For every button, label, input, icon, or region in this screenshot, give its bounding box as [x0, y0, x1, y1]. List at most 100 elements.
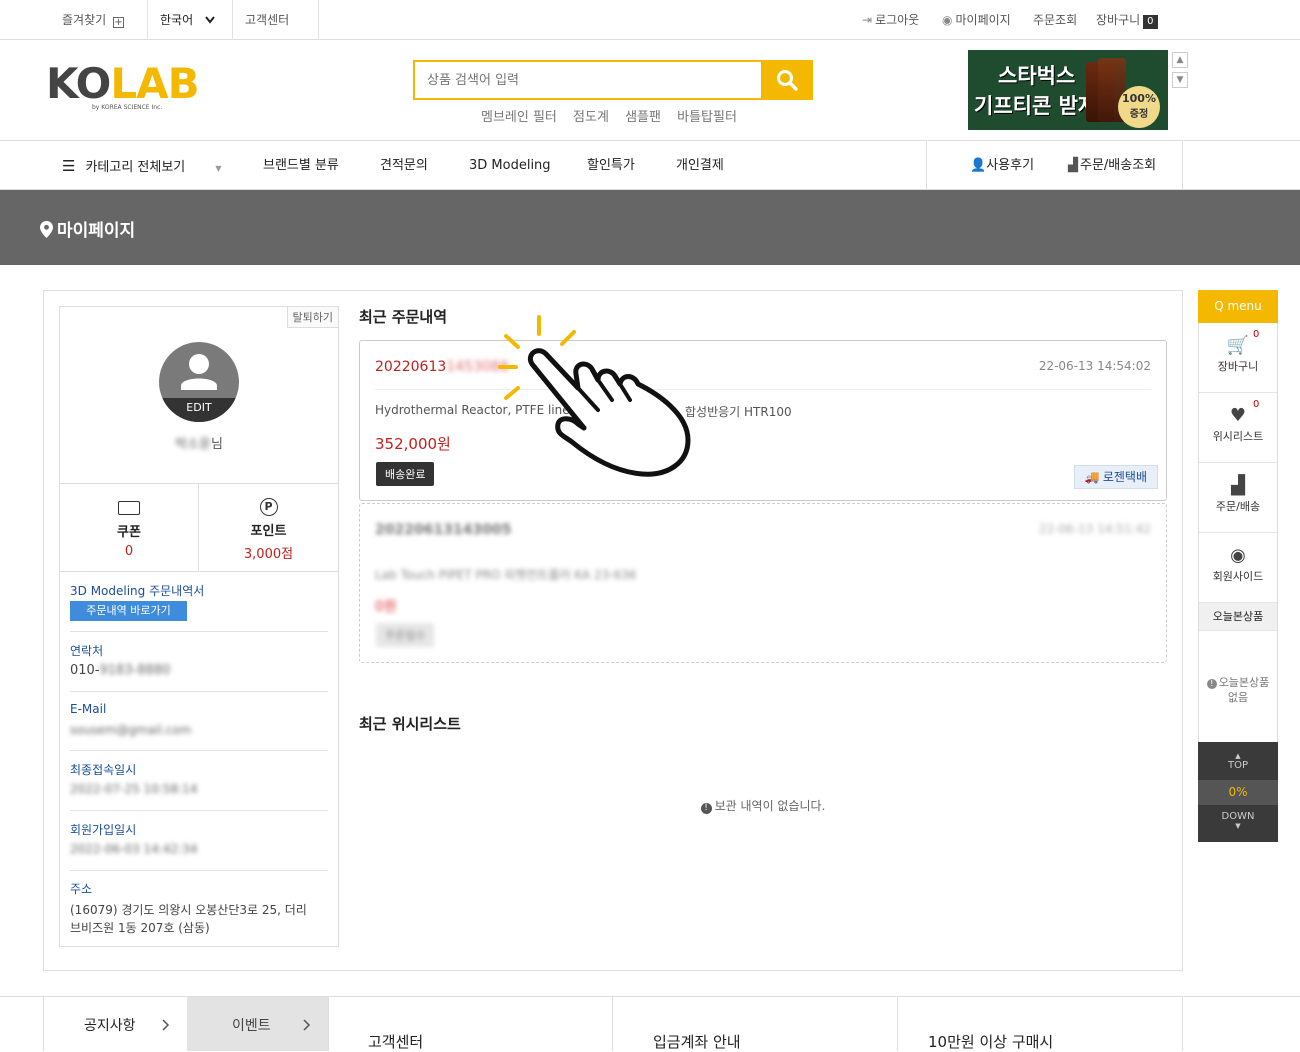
- search-icon: [777, 70, 798, 91]
- support-label: 고객센터: [245, 13, 290, 27]
- point-label: 포인트: [250, 524, 287, 539]
- footer-event-tab[interactable]: 이벤트: [187, 997, 328, 1051]
- quick-cart[interactable]: 0 🛒 장바구니: [1199, 323, 1277, 393]
- keyword-link[interactable]: 바틀탑필터: [677, 110, 737, 125]
- join-date-label: 회원가입일시: [70, 823, 137, 837]
- field-divider: [70, 810, 328, 811]
- point-box[interactable]: P 포인트 3,000점: [199, 484, 338, 571]
- order-number[interactable]: 202206131453088: [375, 359, 509, 375]
- scroll-top-button[interactable]: ▲ TOP: [1198, 742, 1278, 777]
- order-product-name[interactable]: Lab Touch PIPET PRO 피펫컨트롤러 KA 23-636: [375, 566, 637, 583]
- nav-3d-modeling[interactable]: 3D Modeling: [469, 141, 551, 191]
- contact-blurred: 9183-8880: [99, 663, 171, 678]
- plus-box-icon: +: [113, 17, 124, 28]
- mypage-link[interactable]: ◉ 마이페이지: [942, 0, 1011, 40]
- banner-next-button[interactable]: ▼: [1172, 72, 1188, 88]
- keyword-link[interactable]: 샘플팬: [625, 110, 661, 125]
- user-name: 박소윤님: [60, 433, 338, 452]
- quick-wishlist[interactable]: 0 ♥ 위시리스트: [1199, 393, 1277, 463]
- page-title-text: 마이페이지: [57, 221, 136, 241]
- wishlist-empty-text: 보관 내역이 없습니다.: [714, 799, 826, 813]
- quick-member-label: 회원사이드: [1212, 570, 1264, 583]
- chevron-right-icon: [303, 1019, 311, 1031]
- mypage-label: 마이페이지: [955, 13, 1011, 27]
- scroll-top-label: TOP: [1227, 760, 1248, 771]
- nav-quote[interactable]: 견적문의: [380, 141, 428, 191]
- recent-products-empty: ! 오늘본상품 없음: [1199, 675, 1277, 705]
- nav-review[interactable]: 👤사용후기: [970, 141, 1034, 191]
- search-button[interactable]: [761, 60, 813, 100]
- chevron-down-icon: [205, 16, 215, 24]
- courier-label: 로젠택배: [1102, 470, 1147, 484]
- nav-discount[interactable]: 할인특가: [587, 141, 635, 191]
- quick-order-delivery[interactable]: ▟ 주문/배송: [1199, 463, 1277, 533]
- delivery-box-icon: ▟: [1068, 158, 1078, 173]
- badge-line2: 증정: [1129, 109, 1149, 120]
- search-input[interactable]: [415, 62, 755, 98]
- avatar[interactable]: EDIT: [159, 342, 239, 422]
- order-card[interactable]: 202206131453088 22-06-13 14:54:02 Hydrot…: [359, 340, 1167, 501]
- search-keywords: 멤브레인 필터 점도계 샘플팬 바틀탑필터: [481, 106, 749, 125]
- recent-empty-line2: 없음: [1227, 691, 1249, 704]
- quick-order-label: 주문/배송: [1215, 500, 1261, 513]
- logout-icon: ⇥: [862, 13, 873, 27]
- order-card[interactable]: 20220613143005 22-06-13 14:51:42 Lab Tou…: [359, 503, 1167, 663]
- order-status-badge: 주문접수: [376, 623, 435, 647]
- modeling-orders-button[interactable]: 주문내역 바로가기: [70, 601, 187, 621]
- quick-member[interactable]: ◉ 회원사이드: [1199, 533, 1277, 603]
- hamburger-icon: ☰: [62, 157, 76, 175]
- field-divider: [70, 870, 328, 871]
- starbucks-promo-banner[interactable]: 스타벅스 기프티콘 받자 100% 증정: [968, 50, 1168, 130]
- quick-menu-title: Q menu: [1198, 290, 1278, 323]
- footer-notice-tab[interactable]: 공지사항: [43, 997, 187, 1051]
- footer-bank-title: 입금계좌 안내: [653, 1033, 741, 1051]
- scroll-down-button[interactable]: DOWN ▼: [1198, 808, 1278, 842]
- quick-cart-label: 장바구니: [1217, 360, 1259, 373]
- contact-prefix: 010-: [70, 663, 100, 678]
- address-label: 주소: [70, 882, 93, 896]
- chevron-right-icon: [162, 1019, 170, 1031]
- recent-products-title: 오늘본상품: [1199, 603, 1277, 631]
- nav-personal-payment[interactable]: 개인결제: [676, 141, 724, 191]
- order-price: 0원: [375, 599, 397, 615]
- coupon-box[interactable]: 쿠폰 0: [60, 484, 199, 571]
- keyword-link[interactable]: 멤브레인 필터: [481, 110, 557, 125]
- badge-line1: 100%: [1122, 92, 1156, 105]
- category-all-menu[interactable]: ☰ 카테고리 전체보기 ▼: [62, 141, 222, 191]
- language-select[interactable]: 한국어: [148, 0, 233, 40]
- user-name-blurred: 박소윤: [175, 437, 211, 452]
- banner-prev-button[interactable]: ▲: [1172, 52, 1188, 68]
- footer-divider: [612, 997, 613, 1051]
- recent-empty-line1: 오늘본상품: [1218, 676, 1270, 689]
- email-label: E-Mail: [70, 702, 107, 716]
- keyword-link[interactable]: 점도계: [573, 110, 609, 125]
- info-circle-icon: !: [700, 803, 712, 814]
- order-number[interactable]: 20220613143005: [375, 522, 511, 538]
- user-circle-icon: ◉: [942, 13, 953, 27]
- ticket-icon: [118, 501, 140, 515]
- scroll-controls: ▲ TOP 0% DOWN ▼: [1198, 742, 1278, 842]
- main-nav: ☰ 카테고리 전체보기 ▼ 브랜드별 분류 견적문의 3D Modeling 할인…: [0, 140, 1300, 190]
- point-value: 3,000점: [243, 547, 294, 562]
- cart-link[interactable]: 장바구니 0: [1096, 0, 1158, 40]
- language-label: 한국어: [160, 13, 194, 27]
- favorites-link[interactable]: 즐겨찾기 +: [50, 0, 148, 40]
- contact-value: 010-9183-8880: [70, 663, 170, 678]
- scroll-percent: 0%: [1198, 780, 1278, 805]
- kolab-logo[interactable]: KOLAB by KOREA SCIENCE Inc.: [46, 62, 216, 122]
- support-link[interactable]: 고객센터: [233, 0, 319, 40]
- footer: 공지사항 이벤트 고객센터 입금계좌 안내 10만원 이상 구매시: [0, 996, 1300, 1051]
- courier-tracking-button[interactable]: 🚚 로젠택배: [1073, 465, 1158, 489]
- nav-brand[interactable]: 브랜드별 분류: [263, 141, 339, 191]
- address-line1: (16079) 경기도 의왕시 오봉산단3로 25, 더리: [70, 903, 307, 917]
- nav-order-delivery[interactable]: ▟ 주문/배송조회: [1068, 141, 1156, 191]
- logout-link[interactable]: ⇥ 로그아웃: [862, 0, 919, 40]
- pointing-hand-icon: [498, 315, 691, 477]
- order-lookup-link[interactable]: 주문조회: [1033, 0, 1077, 40]
- avatar-edit-label: EDIT: [159, 398, 239, 422]
- user-circle-icon: ◉: [1230, 545, 1246, 566]
- withdraw-button[interactable]: 탈퇴하기: [286, 307, 338, 328]
- notice-label: 공지사항: [84, 1018, 136, 1034]
- page-title: 마이페이지: [40, 216, 135, 241]
- footer-divider: [1182, 997, 1183, 1051]
